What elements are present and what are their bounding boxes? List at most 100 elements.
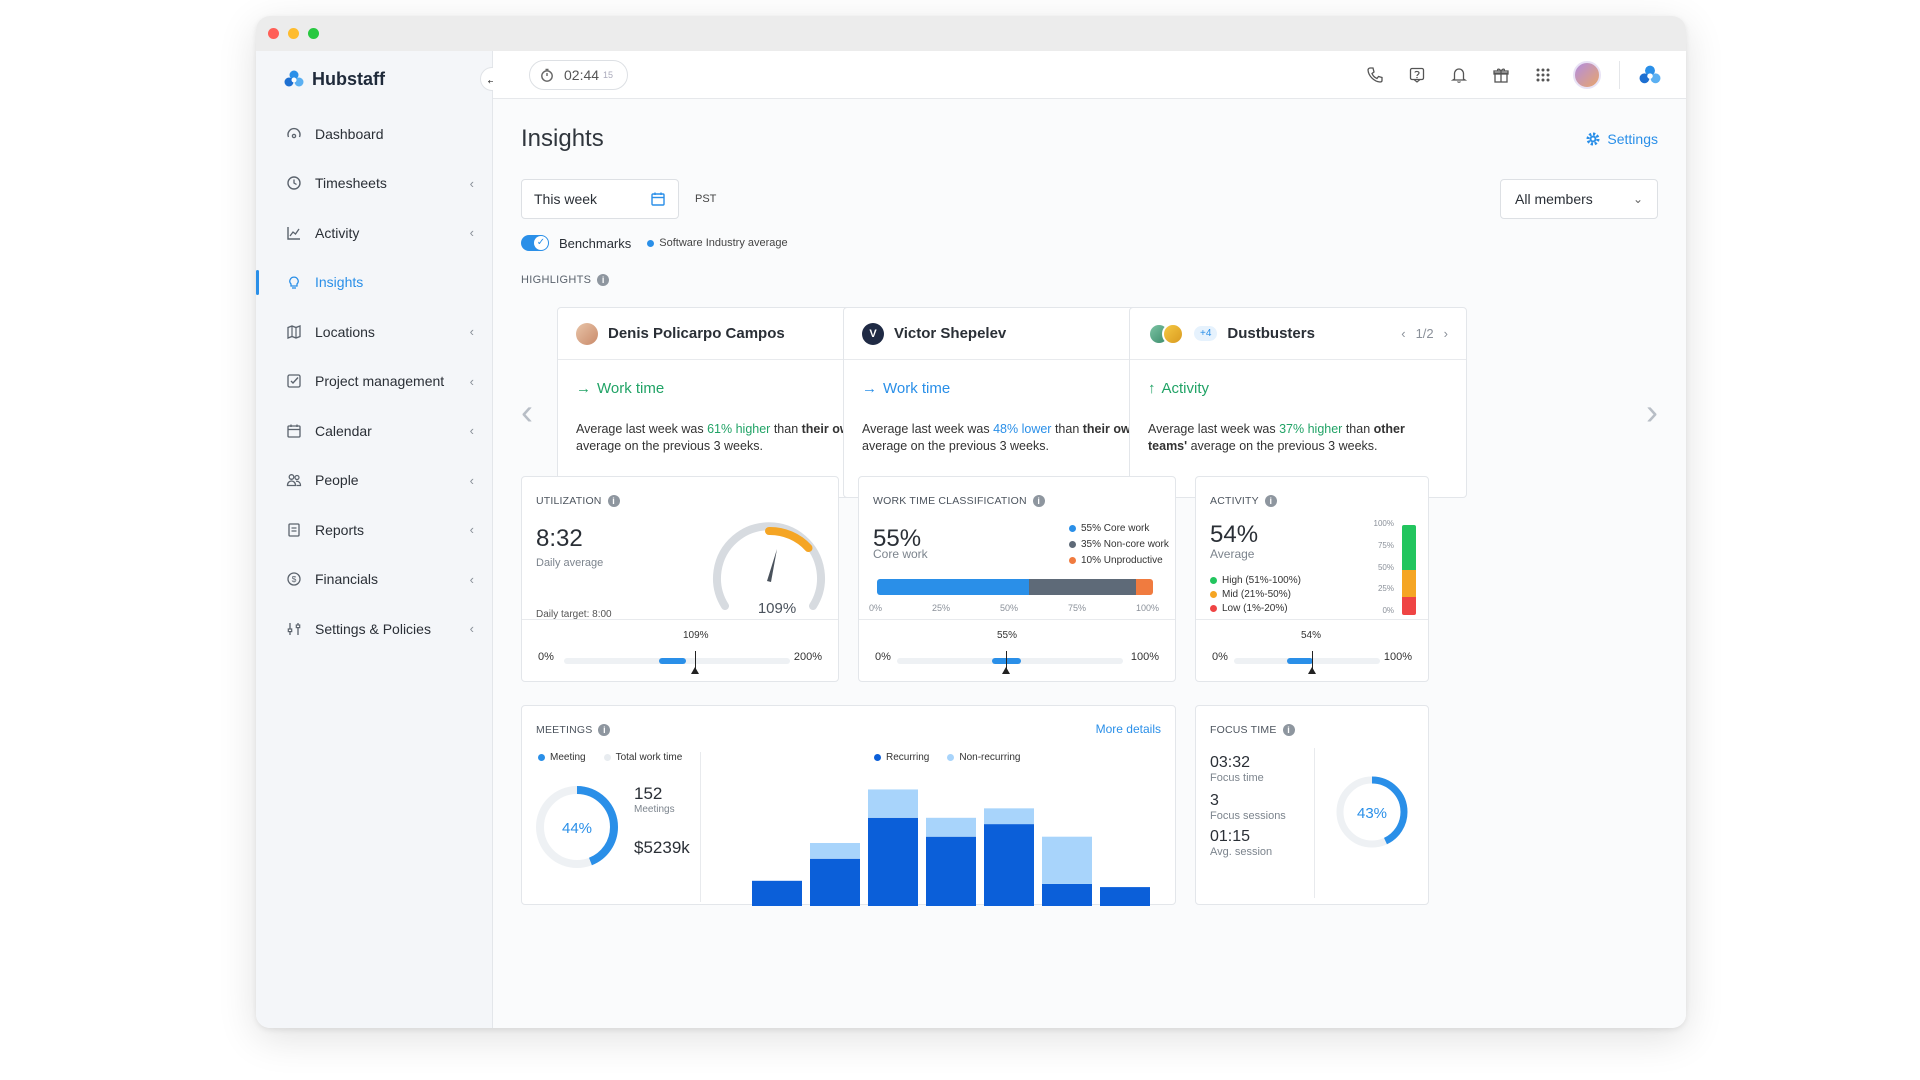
bar-recurring <box>868 817 918 906</box>
sidebar-nav: Dashboard Timesheets ‹ Activity ‹ Insights Loc… <box>256 109 492 654</box>
legend-label: Recurring <box>886 752 930 763</box>
highlight-text-pre: Average last week was <box>1148 422 1280 436</box>
sidebar-item-timesheets[interactable]: Timesheets ‹ <box>256 159 492 209</box>
activity-low-segment <box>1402 597 1416 615</box>
info-icon[interactable]: i <box>597 274 610 286</box>
sidebar-item-calendar[interactable]: Calendar ‹ <box>256 406 492 456</box>
user-avatar[interactable] <box>1573 60 1601 89</box>
gift-icon[interactable] <box>1489 63 1513 87</box>
highlight-metric: → Work time <box>576 380 876 397</box>
sidebar-item-locations[interactable]: Locations ‹ <box>256 307 492 357</box>
focus-sessions-label: Focus sessions <box>1210 810 1286 822</box>
meetings-count: 152 <box>634 784 663 803</box>
close-window-button[interactable] <box>268 28 279 39</box>
bar-max-label: 100% <box>1383 651 1412 663</box>
focus-time-card: FOCUS TIME i 03:32 Focus time 3 Focus se… <box>1195 705 1429 905</box>
utilization-value: 8:32 <box>536 525 583 552</box>
carousel-next-icon[interactable]: › <box>1646 391 1658 433</box>
sidebar-item-people[interactable]: People ‹ <box>256 456 492 506</box>
bar-nonrecurring <box>810 843 860 859</box>
sidebar-item-label: Calendar <box>315 422 372 439</box>
highlight-metric: → Work time <box>862 380 1162 397</box>
bar-value-label: 54% <box>1301 630 1322 641</box>
bar-marker-triangle <box>1002 667 1010 674</box>
timer-widget[interactable]: 02:44 15 <box>529 59 629 90</box>
sidebar-item-insights[interactable]: Insights <box>256 258 492 308</box>
info-icon[interactable]: i <box>1032 495 1045 507</box>
work-time-sub: Core work <box>873 547 928 561</box>
chevron-left-icon: ‹ <box>469 571 474 587</box>
highlight-card[interactable]: +4 Dustbusters ‹ 1/2 › ↑ Activity Averag… <box>1129 307 1467 498</box>
chevron-right-icon[interactable]: › <box>1444 326 1448 341</box>
highlights-heading: HIGHLIGHTS i <box>521 270 1658 290</box>
gear-icon <box>1586 132 1600 146</box>
legend-dot <box>1069 525 1076 532</box>
chevron-left-icon[interactable]: ‹ <box>1401 326 1405 341</box>
highlight-card-body: ↑ Activity Average last week was 37% hig… <box>1130 360 1466 475</box>
utilization-heading: UTILIZATION i <box>536 495 620 507</box>
focus-sessions-value: 3 <box>1210 792 1219 809</box>
chevron-left-icon: ‹ <box>469 175 474 191</box>
bar-min-label: 0% <box>875 651 891 663</box>
window-titlebar <box>256 16 1686 51</box>
date-range-picker[interactable]: This week <box>521 179 679 219</box>
legend-dot <box>603 754 611 761</box>
phone-icon[interactable] <box>1363 63 1387 87</box>
sidebar-item-project-management[interactable]: Project management ‹ <box>256 357 492 407</box>
more-details-link[interactable]: More details <box>1096 722 1161 736</box>
settings-link[interactable]: Settings <box>1585 131 1658 147</box>
sidebar-item-settings-policies[interactable]: Settings & Policies ‹ <box>256 604 492 654</box>
info-icon[interactable]: i <box>607 495 620 507</box>
hubstaff-org-icon[interactable] <box>1638 63 1662 87</box>
legend-low: Low (1%-20%) <box>1210 603 1301 614</box>
info-icon[interactable]: i <box>1282 724 1295 736</box>
work-time-track <box>897 658 1123 664</box>
team-avatars <box>1148 322 1184 345</box>
sidebar-item-activity[interactable]: Activity ‹ <box>256 208 492 258</box>
meetings-bar-chart <box>752 789 1150 906</box>
info-icon[interactable]: i <box>598 724 611 736</box>
chart-icon <box>285 224 303 242</box>
sidebar-item-financials[interactable]: $ Financials ‹ <box>256 555 492 605</box>
brand-name: Hubstaff <box>312 68 385 89</box>
highlight-bold-1: their <box>801 422 829 436</box>
highlight-text-pre: Average last week was <box>862 422 994 436</box>
team-member-avatar <box>1162 322 1184 345</box>
activity-benchmark-bar: 0% 100% 54% <box>1196 619 1428 681</box>
info-icon[interactable]: i <box>1264 495 1277 507</box>
utilization-fill <box>658 658 687 664</box>
focus-avg-label: Avg. session <box>1210 846 1273 858</box>
main-area: 02:44 15 Insights Settings This week PST… <box>493 51 1686 1028</box>
meetings-legend: Meeting Total work time <box>538 752 682 763</box>
bulb-icon <box>285 273 303 291</box>
maximize-window-button[interactable] <box>308 28 319 39</box>
dashboard-icon <box>285 125 303 143</box>
members-select[interactable]: All members ⌄ <box>1500 179 1658 219</box>
minimize-window-button[interactable] <box>288 28 299 39</box>
activity-title: ACTIVITY <box>1210 495 1259 507</box>
sliders-icon <box>285 620 303 638</box>
bar-nonrecurring <box>1042 836 1092 884</box>
settings-label: Settings <box>1607 131 1658 147</box>
work-time-stacked-bar <box>877 579 1153 595</box>
legend-core: 55% Core work <box>1069 523 1169 534</box>
sidebar-item-dashboard[interactable]: Dashboard <box>256 109 492 159</box>
focus-donut: 43% <box>1336 776 1408 848</box>
sidebar-item-reports[interactable]: Reports ‹ <box>256 505 492 555</box>
work-time-title: WORK TIME CLASSIFICATION <box>873 495 1027 507</box>
carousel-prev-icon[interactable]: ‹ <box>521 391 533 433</box>
work-time-legend: 55% Core work 35% Non-core work 10% Unpr… <box>1069 523 1169 566</box>
brand-logo[interactable]: Hubstaff ← <box>256 65 504 93</box>
work-time-card: WORK TIME CLASSIFICATION i 55% Core work… <box>858 476 1176 682</box>
chevron-left-icon: ‹ <box>469 225 474 241</box>
bell-icon[interactable] <box>1447 63 1471 87</box>
bar-min-label: 0% <box>1212 651 1228 663</box>
bar-nonrecurring <box>868 789 918 818</box>
chevron-left-icon: ‹ <box>469 621 474 637</box>
apps-grid-icon[interactable] <box>1531 63 1555 87</box>
help-icon[interactable] <box>1405 63 1429 87</box>
benchmarks-toggle[interactable] <box>521 235 549 251</box>
bar-recurring <box>752 880 802 906</box>
page-title: Insights <box>521 125 604 152</box>
chevron-left-icon: ‹ <box>469 324 474 340</box>
